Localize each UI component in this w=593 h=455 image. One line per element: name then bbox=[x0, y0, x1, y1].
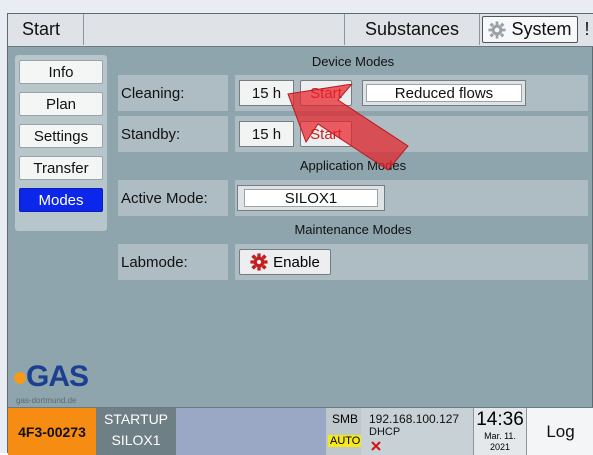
application-modes-heading: Application Modes bbox=[299, 158, 407, 173]
flower-gear-icon bbox=[250, 253, 268, 271]
device-id: 4F3-00273 bbox=[8, 408, 96, 455]
start-tab[interactable]: Start bbox=[8, 14, 84, 45]
menu-item-info[interactable]: Info bbox=[19, 60, 103, 84]
cleaning-label: Cleaning: bbox=[118, 75, 228, 111]
smb-label: SMB bbox=[332, 412, 359, 426]
gear-icon bbox=[488, 20, 507, 39]
menu-item-transfer[interactable]: Transfer bbox=[19, 156, 103, 180]
flow-mode-value: Reduced flows bbox=[366, 84, 522, 102]
logo-url: gas-dortmund.de bbox=[16, 396, 77, 405]
flow-mode-select[interactable]: Reduced flows bbox=[362, 80, 526, 106]
state-line-1: STARTUP bbox=[103, 411, 169, 427]
menu-item-plan[interactable]: Plan bbox=[19, 92, 103, 116]
standby-label: Standby: bbox=[118, 116, 228, 152]
clock: 14:36 Mar. 11. 2021 bbox=[473, 408, 527, 455]
labmode-label: Labmode: bbox=[118, 244, 228, 280]
standby-panel: 15 h Start bbox=[235, 116, 588, 152]
state-line-2: SILOX1 bbox=[111, 432, 161, 448]
system-tab-label: System bbox=[511, 19, 572, 39]
cleaning-panel: 15 h Start Reduced flows bbox=[235, 75, 588, 111]
screen-frame: Start Substances System ! Info Plan Sett… bbox=[0, 0, 593, 455]
active-mode-label: Active Mode: bbox=[118, 180, 228, 216]
system-tab[interactable]: System bbox=[482, 16, 578, 43]
labmode-row: Labmode: Enable bbox=[118, 244, 588, 280]
active-mode-value: SILOX1 bbox=[244, 189, 378, 207]
device-state: STARTUP SILOX1 bbox=[96, 408, 176, 455]
auto-badge: AUTO bbox=[328, 435, 363, 447]
app-window: Start Substances System ! Info Plan Sett… bbox=[7, 13, 593, 455]
dhcp-label: DHCP bbox=[369, 426, 401, 438]
menu-item-modes[interactable]: Modes bbox=[19, 188, 103, 212]
standby-hours-field[interactable]: 15 h bbox=[239, 121, 294, 147]
cleaning-start-button[interactable]: Start bbox=[300, 80, 352, 106]
cleaning-row: Cleaning: 15 h Start Reduced flows bbox=[118, 75, 588, 111]
substances-tab[interactable]: Substances bbox=[344, 14, 480, 45]
device-modes-heading: Device Modes bbox=[311, 54, 395, 69]
labmode-enable-button[interactable]: Enable bbox=[239, 249, 331, 275]
cleaning-hours-field[interactable]: 15 h bbox=[239, 80, 294, 106]
active-mode-select[interactable]: SILOX1 bbox=[237, 185, 385, 211]
standby-start-button[interactable]: Start bbox=[300, 121, 352, 147]
logo-text: GAS bbox=[26, 360, 89, 393]
smb-status: SMB AUTO bbox=[326, 408, 363, 455]
clock-time: 14:36 bbox=[476, 409, 524, 430]
active-mode-panel: SILOX1 bbox=[235, 180, 588, 216]
status-bar: 4F3-00273 STARTUP SILOX1 SMB AUTO 192.16… bbox=[8, 407, 593, 455]
ip-address: 192.168.100.127 bbox=[369, 412, 460, 426]
side-menu: Info Plan Settings Transfer Modes bbox=[15, 55, 107, 231]
red-x-icon bbox=[371, 441, 381, 451]
active-mode-row: Active Mode: SILOX1 bbox=[118, 180, 588, 216]
maintenance-modes-heading: Maintenance Modes bbox=[294, 222, 412, 237]
standby-row: Standby: 15 h Start bbox=[118, 116, 588, 152]
labmode-enable-label: Enable bbox=[273, 253, 320, 271]
logo-dot bbox=[14, 372, 26, 384]
gas-logo: GAS gas-dortmund.de bbox=[14, 360, 124, 405]
labmode-panel: Enable bbox=[235, 244, 588, 280]
menu-item-settings[interactable]: Settings bbox=[19, 124, 103, 148]
status-message-area bbox=[176, 408, 326, 455]
top-nav-bar: Start Substances System ! bbox=[8, 14, 593, 47]
clock-date: Mar. 11. bbox=[484, 431, 516, 441]
network-status: 192.168.100.127 DHCP bbox=[361, 408, 473, 455]
alert-tab[interactable]: ! bbox=[580, 14, 593, 45]
log-button[interactable]: Log bbox=[527, 408, 593, 455]
clock-year: 2021 bbox=[489, 442, 511, 452]
